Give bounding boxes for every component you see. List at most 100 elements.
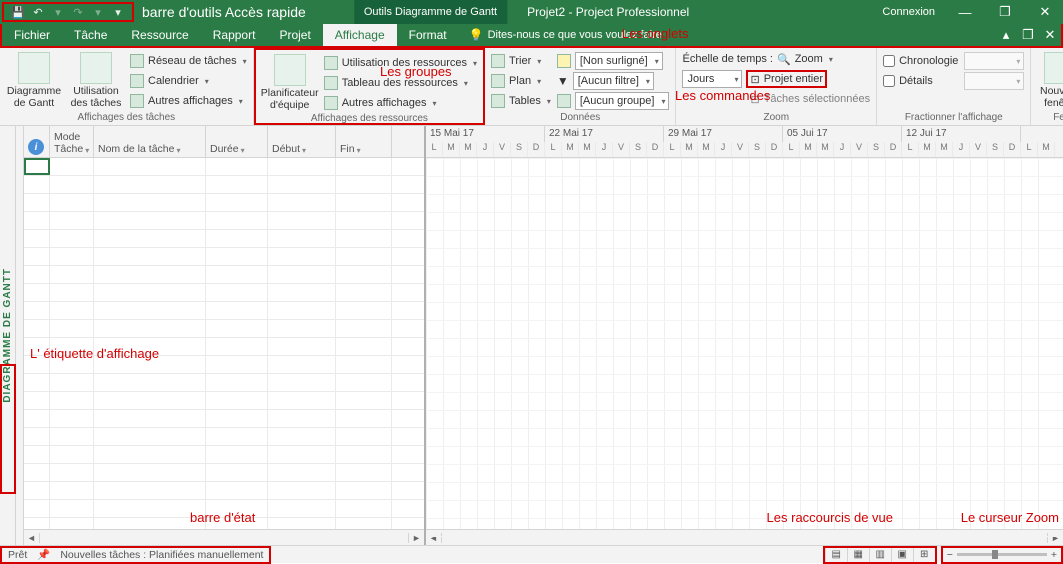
table-cell[interactable] — [206, 230, 268, 247]
table-cell[interactable] — [50, 392, 94, 409]
gantt-chart-button[interactable]: Diagramme de Gantt — [6, 50, 62, 109]
outline-button[interactable]: Plan▾ — [491, 72, 551, 90]
redo-dropdown-icon[interactable]: ▾ — [90, 4, 106, 20]
table-cell[interactable] — [24, 446, 50, 463]
table-cell[interactable] — [24, 320, 50, 337]
table-cell[interactable] — [336, 482, 392, 499]
sign-in-link[interactable]: Connexion — [882, 6, 935, 18]
table-row[interactable] — [24, 446, 424, 464]
table-cell[interactable] — [24, 176, 50, 193]
table-cell[interactable] — [94, 212, 206, 229]
table-cell[interactable] — [94, 248, 206, 265]
table-cell[interactable] — [206, 464, 268, 481]
table-cell[interactable] — [50, 176, 94, 193]
table-cell[interactable] — [206, 176, 268, 193]
column-header[interactable]: Fin▾ — [336, 126, 392, 157]
table-cell[interactable] — [336, 158, 392, 175]
table-cell[interactable] — [206, 392, 268, 409]
group-combo[interactable]: [Aucun groupe] — [557, 92, 670, 110]
table-cell[interactable] — [94, 176, 206, 193]
contextual-tool-tab[interactable]: Outils Diagramme de Gantt — [354, 0, 507, 24]
table-cell[interactable] — [206, 284, 268, 301]
table-cell[interactable] — [206, 212, 268, 229]
timeline-view-combo[interactable] — [964, 52, 1024, 70]
table-cell[interactable] — [336, 464, 392, 481]
table-row[interactable] — [24, 158, 424, 176]
sort-button[interactable]: Trier▾ — [491, 52, 551, 70]
table-cell[interactable] — [336, 320, 392, 337]
table-cell[interactable] — [336, 446, 392, 463]
table-hscrollbar[interactable]: ◄ ► — [24, 529, 424, 545]
zoom-button[interactable]: 🔍Zoom▾ — [777, 50, 833, 68]
table-cell[interactable] — [268, 266, 336, 283]
table-cell[interactable] — [24, 392, 50, 409]
table-row[interactable] — [24, 392, 424, 410]
table-row[interactable] — [24, 464, 424, 482]
shortcut-task-usage-icon[interactable]: ▦ — [847, 548, 869, 562]
filter-combo[interactable]: ▼[Aucun filtre] — [557, 72, 670, 90]
table-cell[interactable] — [268, 284, 336, 301]
table-cell[interactable] — [206, 338, 268, 355]
doc-restore-button[interactable]: ❐ — [1017, 24, 1039, 46]
table-cell[interactable] — [24, 374, 50, 391]
table-cell[interactable] — [94, 158, 206, 175]
tab-fichier[interactable]: Fichier — [2, 24, 62, 46]
table-row[interactable] — [24, 428, 424, 446]
table-cell[interactable] — [24, 302, 50, 319]
table-cell[interactable] — [94, 410, 206, 427]
tab-projet[interactable]: Projet — [267, 24, 322, 46]
table-cell[interactable] — [206, 194, 268, 211]
view-label-strip[interactable]: DIAGRAMME DE GANTT — [0, 126, 16, 545]
table-cell[interactable] — [50, 410, 94, 427]
table-row[interactable] — [24, 266, 424, 284]
table-row[interactable] — [24, 374, 424, 392]
table-cell[interactable] — [206, 428, 268, 445]
table-cell[interactable] — [206, 482, 268, 499]
other-views-button[interactable]: Autres affichages▾ — [130, 92, 247, 110]
table-cell[interactable] — [94, 374, 206, 391]
table-cell[interactable] — [268, 464, 336, 481]
table-cell[interactable] — [50, 158, 94, 175]
table-row[interactable] — [24, 176, 424, 194]
other-res-views-button[interactable]: Autres affichages▾ — [324, 94, 477, 112]
table-cell[interactable] — [268, 320, 336, 337]
table-cell[interactable] — [50, 500, 94, 517]
table-cell[interactable] — [268, 392, 336, 409]
shortcut-resource-sheet-icon[interactable]: ▣ — [891, 548, 913, 562]
table-cell[interactable] — [336, 500, 392, 517]
table-cell[interactable] — [94, 464, 206, 481]
table-cell[interactable] — [24, 158, 50, 175]
table-cell[interactable] — [268, 194, 336, 211]
new-window-button[interactable]: Nouvelle fenêtre — [1037, 50, 1063, 109]
table-cell[interactable] — [268, 302, 336, 319]
table-cell[interactable] — [336, 266, 392, 283]
table-cell[interactable] — [268, 410, 336, 427]
table-cell[interactable] — [50, 374, 94, 391]
table-row[interactable] — [24, 302, 424, 320]
network-diagram-button[interactable]: Réseau de tâches▾ — [130, 52, 247, 70]
table-row[interactable] — [24, 410, 424, 428]
table-cell[interactable] — [336, 194, 392, 211]
table-cell[interactable] — [268, 230, 336, 247]
table-cell[interactable] — [268, 428, 336, 445]
table-cell[interactable] — [268, 248, 336, 265]
table-cell[interactable] — [94, 284, 206, 301]
table-cell[interactable] — [206, 248, 268, 265]
scroll-left-icon[interactable]: ◄ — [24, 533, 40, 543]
table-cell[interactable] — [268, 500, 336, 517]
gantt-scroll-left-icon[interactable]: ◄ — [426, 533, 442, 543]
undo-icon[interactable]: ↶ — [30, 4, 46, 20]
gantt-scroll-right-icon[interactable]: ► — [1047, 533, 1063, 543]
table-cell[interactable] — [50, 428, 94, 445]
table-cell[interactable] — [50, 194, 94, 211]
qat-customize-icon[interactable]: ▾ — [110, 4, 126, 20]
table-body[interactable] — [24, 158, 424, 529]
table-cell[interactable] — [268, 176, 336, 193]
tab-ressource[interactable]: Ressource — [119, 24, 200, 46]
table-cell[interactable] — [50, 518, 94, 529]
table-cell[interactable] — [206, 266, 268, 283]
table-cell[interactable] — [336, 338, 392, 355]
table-cell[interactable] — [24, 428, 50, 445]
entire-project-button[interactable]: ⊡Projet entier — [746, 70, 827, 88]
minimize-button[interactable]: — — [955, 5, 975, 20]
